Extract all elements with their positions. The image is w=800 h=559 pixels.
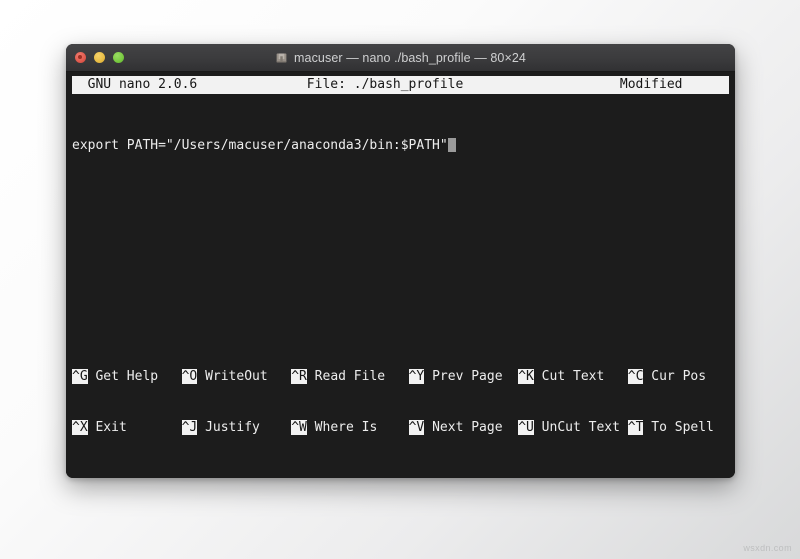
shortcut-spacer	[377, 420, 408, 435]
nano-shortcut-bar: ^G Get Help ^O WriteOut ^R Read File ^Y …	[72, 334, 729, 478]
title-bar-center: macuser — nano ./bash_profile — 80×24	[66, 51, 735, 65]
nano-edit-area[interactable]: export PATH="/Users/macuser/anaconda3/bi…	[72, 94, 729, 334]
edit-line[interactable]: export PATH="/Users/macuser/anaconda3/bi…	[72, 137, 729, 154]
shortcut-key[interactable]: ^K	[518, 369, 534, 384]
shortcut-label[interactable]: WriteOut	[197, 369, 268, 384]
window-title: macuser — nano ./bash_profile — 80×24	[294, 50, 526, 65]
edit-line-text: export PATH="/Users/macuser/anaconda3/bi…	[72, 138, 448, 153]
shortcut-key[interactable]: ^R	[291, 369, 307, 384]
shortcut-key[interactable]: ^V	[408, 420, 425, 435]
shortcut-key[interactable]: ^X	[72, 420, 88, 435]
shortcut-spacer	[620, 420, 628, 435]
shortcut-label[interactable]: Get Help	[88, 369, 158, 384]
shortcut-row-secondary: ^X Exit ^J Justify ^W Where Is ^V Next P…	[72, 419, 729, 436]
shortcut-label[interactable]: Prev Page	[424, 369, 502, 384]
shortcut-label[interactable]: Where Is	[307, 420, 378, 435]
terminal-window[interactable]: macuser — nano ./bash_profile — 80×24 GN…	[66, 44, 735, 478]
shortcut-spacer	[503, 369, 519, 384]
shortcut-spacer	[604, 369, 627, 384]
zoom-button[interactable]	[113, 52, 124, 63]
shortcut-spacer	[158, 369, 181, 384]
shortcut-spacer	[503, 420, 519, 435]
shortcut-key[interactable]: ^G	[72, 369, 88, 384]
close-button[interactable]	[75, 52, 86, 63]
shortcut-spacer	[127, 420, 182, 435]
shortcut-key[interactable]: ^T	[627, 420, 644, 435]
shortcut-key[interactable]: ^Y	[408, 369, 425, 384]
shortcut-label[interactable]: UnCut Text	[534, 420, 620, 435]
shortcut-label[interactable]: Read File	[307, 369, 385, 384]
shortcut-spacer	[268, 369, 291, 384]
nano-status-bar: GNU nano 2.0.6 File: ./bash_profile Modi…	[72, 76, 729, 94]
shortcut-label[interactable]: Cur Pos	[643, 369, 706, 384]
shortcut-key[interactable]: ^C	[627, 369, 644, 384]
nano-status-bar-text: GNU nano 2.0.6 File: ./bash_profile Modi…	[72, 77, 699, 92]
shortcut-spacer	[385, 369, 408, 384]
minimize-button[interactable]	[94, 52, 105, 63]
text-cursor	[447, 138, 456, 152]
terminal-folder-icon	[275, 51, 288, 64]
shortcut-spacer	[260, 420, 291, 435]
title-bar[interactable]: macuser — nano ./bash_profile — 80×24	[66, 44, 735, 72]
shortcut-row-primary: ^G Get Help ^O WriteOut ^R Read File ^Y …	[72, 368, 729, 385]
terminal-content-area[interactable]: GNU nano 2.0.6 File: ./bash_profile Modi…	[66, 72, 735, 478]
shortcut-label[interactable]: Justify	[197, 420, 260, 435]
traffic-light-group	[75, 44, 124, 71]
shortcut-key[interactable]: ^O	[181, 369, 198, 384]
shortcut-label[interactable]: Exit	[88, 420, 126, 435]
shortcut-label[interactable]: To Spell	[643, 420, 714, 435]
watermark: wsxdn.com	[743, 543, 792, 553]
shortcut-key[interactable]: ^W	[291, 420, 307, 435]
shortcut-label[interactable]: Cut Text	[534, 369, 605, 384]
shortcut-key[interactable]: ^U	[518, 420, 534, 435]
shortcut-label[interactable]: Next Page	[424, 420, 502, 435]
shortcut-key[interactable]: ^J	[181, 420, 198, 435]
